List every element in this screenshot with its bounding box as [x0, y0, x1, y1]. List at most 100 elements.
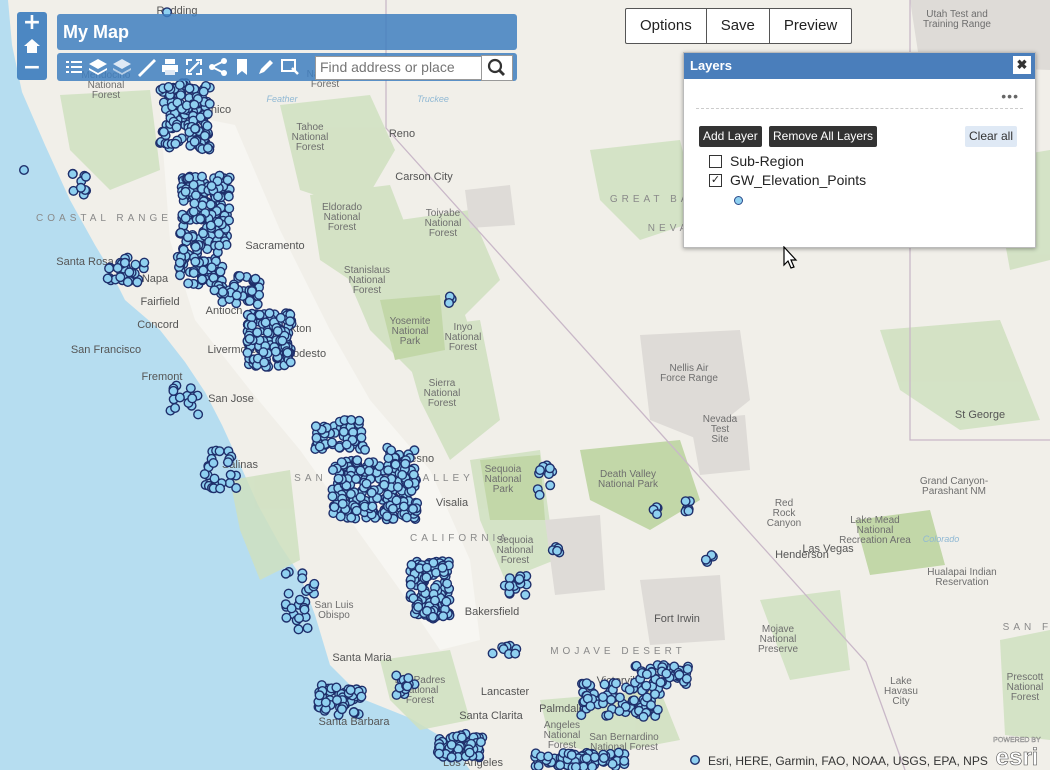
gw-elevation-point[interactable] — [189, 99, 200, 110]
gw-elevation-point[interactable] — [209, 285, 220, 296]
gw-elevation-point[interactable] — [174, 257, 185, 268]
gw-elevation-point[interactable] — [178, 244, 189, 255]
gw-elevation-point[interactable] — [212, 191, 223, 202]
gw-elevation-point[interactable] — [327, 491, 338, 502]
gw-elevation-point[interactable] — [262, 327, 273, 338]
gw-elevation-point[interactable] — [214, 446, 225, 457]
gw-elevation-point[interactable] — [345, 685, 356, 696]
gw-elevation-point[interactable] — [190, 190, 201, 201]
gw-elevation-point[interactable] — [174, 270, 185, 281]
gw-elevation-point[interactable] — [170, 403, 181, 414]
gw-elevation-point[interactable] — [442, 578, 453, 589]
gw-elevation-point[interactable] — [416, 582, 427, 593]
share-icon[interactable] — [207, 56, 229, 78]
search-field[interactable] — [315, 56, 482, 80]
gw-elevation-point[interactable] — [189, 136, 200, 147]
gw-elevation-point[interactable] — [598, 753, 609, 764]
gw-elevation-point[interactable] — [341, 439, 352, 450]
gw-elevation-point[interactable] — [614, 692, 625, 703]
gw-elevation-point[interactable] — [552, 545, 563, 556]
draw-icon[interactable] — [255, 56, 277, 78]
gw-elevation-point[interactable] — [390, 459, 401, 470]
gw-elevation-point[interactable] — [180, 186, 191, 197]
gw-elevation-point[interactable] — [163, 81, 174, 92]
gw-elevation-point[interactable] — [244, 295, 255, 306]
gw-elevation-point[interactable] — [382, 511, 393, 522]
gw-elevation-point[interactable] — [543, 751, 554, 762]
gw-elevation-point[interactable] — [310, 421, 321, 432]
gw-elevation-point[interactable] — [264, 308, 275, 319]
gw-elevation-point[interactable] — [199, 469, 210, 480]
gw-elevation-point[interactable] — [223, 191, 234, 202]
gw-elevation-point[interactable] — [242, 347, 253, 358]
gw-elevation-point[interactable] — [700, 554, 711, 565]
gw-elevation-point[interactable] — [331, 682, 342, 693]
gw-elevation-point[interactable] — [199, 130, 210, 141]
gw-elevation-point[interactable] — [19, 164, 30, 175]
gw-elevation-point[interactable] — [401, 512, 412, 523]
gw-elevation-point[interactable] — [354, 415, 365, 426]
gw-elevation-point[interactable] — [430, 595, 441, 606]
gw-elevation-point[interactable] — [387, 503, 398, 514]
gw-elevation-point[interactable] — [309, 578, 320, 589]
gw-elevation-point[interactable] — [294, 594, 305, 605]
gw-elevation-point[interactable] — [661, 668, 672, 679]
gw-elevation-point[interactable] — [403, 673, 414, 684]
gw-elevation-point[interactable] — [130, 259, 141, 270]
gw-elevation-point[interactable] — [277, 335, 288, 346]
search-input[interactable] — [316, 57, 482, 77]
gw-elevation-point[interactable] — [174, 79, 185, 90]
gw-elevation-point[interactable] — [360, 444, 371, 455]
gw-elevation-point[interactable] — [379, 479, 390, 490]
gw-elevation-point[interactable] — [188, 206, 199, 217]
gw-elevation-point[interactable] — [408, 469, 419, 480]
gw-elevation-point[interactable] — [646, 700, 657, 711]
gw-elevation-point[interactable] — [581, 678, 592, 689]
gw-elevation-point[interactable] — [208, 458, 219, 469]
gw-elevation-point[interactable] — [67, 168, 78, 179]
gw-elevation-point[interactable] — [314, 690, 325, 701]
gw-elevation-point[interactable] — [182, 232, 193, 243]
gw-elevation-point[interactable] — [351, 474, 362, 485]
gw-elevation-point[interactable] — [681, 673, 692, 684]
gw-elevation-point[interactable] — [205, 220, 216, 231]
gw-elevation-point[interactable] — [104, 263, 115, 274]
gw-elevation-point[interactable] — [244, 333, 255, 344]
gw-elevation-point[interactable] — [351, 505, 362, 516]
gw-elevation-point[interactable] — [403, 478, 414, 489]
close-icon[interactable]: ✖ — [1013, 56, 1031, 74]
gw-elevation-point[interactable] — [421, 572, 432, 583]
print-icon[interactable] — [159, 56, 181, 78]
gw-elevation-point[interactable] — [392, 482, 403, 493]
gw-elevation-point[interactable] — [193, 409, 204, 420]
gw-elevation-point[interactable] — [190, 241, 201, 252]
layer-label[interactable]: GW_Elevation_Points — [730, 172, 866, 188]
gw-elevation-point[interactable] — [183, 278, 194, 289]
gw-elevation-point[interactable] — [408, 503, 419, 514]
gw-elevation-point[interactable] — [533, 761, 544, 770]
gw-elevation-point[interactable] — [188, 268, 199, 279]
gw-elevation-point[interactable] — [655, 677, 666, 688]
gw-elevation-point[interactable] — [386, 445, 397, 456]
gw-elevation-point[interactable] — [112, 263, 123, 274]
more-options-icon[interactable]: ••• — [1001, 88, 1019, 104]
gw-elevation-point[interactable] — [606, 694, 617, 705]
gw-elevation-point[interactable] — [225, 469, 236, 480]
remove-all-layers-button[interactable]: Remove All Layers — [769, 126, 878, 147]
gw-elevation-point[interactable] — [638, 711, 649, 722]
gw-elevation-point[interactable] — [641, 669, 652, 680]
gw-elevation-point[interactable] — [437, 562, 448, 573]
gw-elevation-point[interactable] — [383, 465, 394, 476]
gw-elevation-point[interactable] — [189, 198, 200, 209]
gw-elevation-point[interactable] — [534, 489, 545, 500]
gw-elevation-point[interactable] — [487, 648, 498, 659]
gw-elevation-point[interactable] — [400, 458, 411, 469]
gw-elevation-point[interactable] — [320, 697, 331, 708]
gw-elevation-point[interactable] — [217, 286, 228, 297]
gw-elevation-point[interactable] — [338, 426, 349, 437]
gw-elevation-point[interactable] — [285, 316, 296, 327]
gw-elevation-point[interactable] — [356, 691, 367, 702]
gw-elevation-point[interactable] — [683, 505, 694, 516]
gw-elevation-point[interactable] — [283, 588, 294, 599]
gw-elevation-point[interactable] — [566, 750, 577, 761]
